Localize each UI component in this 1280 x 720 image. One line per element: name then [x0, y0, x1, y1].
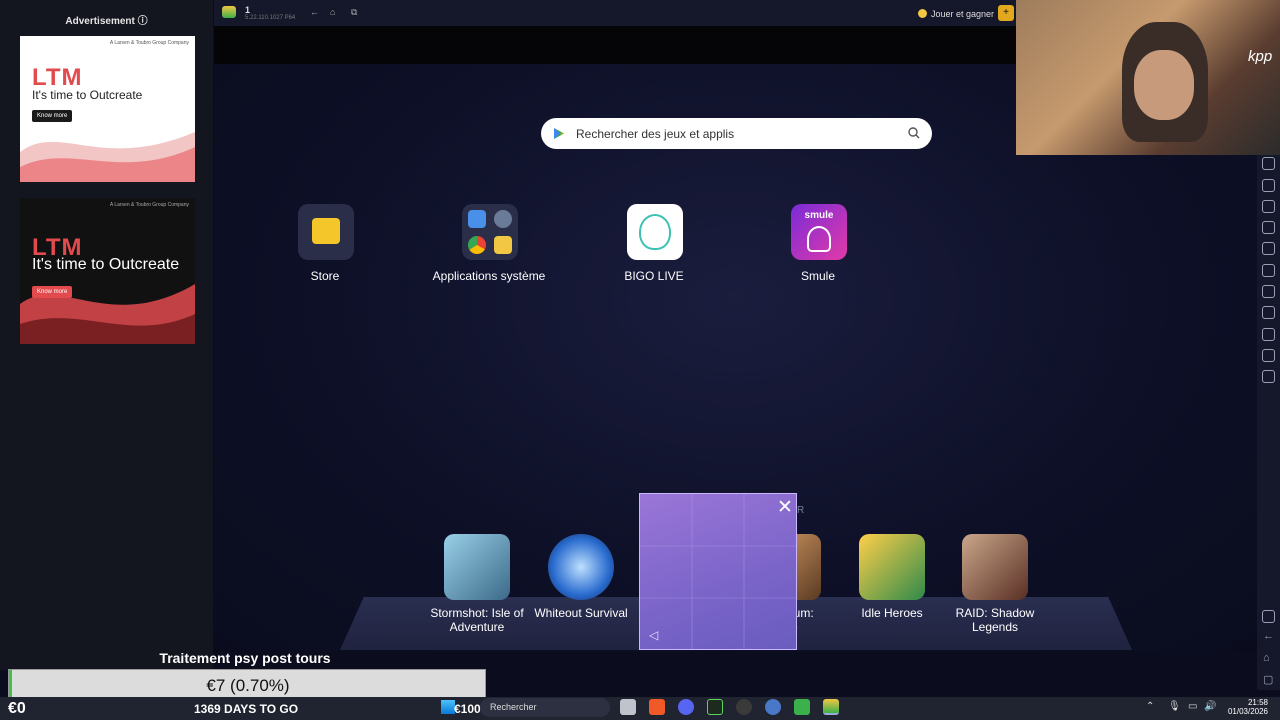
goal-title: Traitement psy post tours: [159, 650, 331, 666]
ad-corner-text: A Larsen & Toubro Group Company: [109, 202, 189, 208]
toolbar-icon-10[interactable]: [1262, 349, 1275, 362]
windows-taskbar: [0, 697, 1280, 720]
taskbar-search-text: Rechercher: [490, 702, 537, 712]
game-label-partial: lum:e: [791, 606, 814, 634]
toolbar-icon-11[interactable]: [1262, 370, 1275, 383]
obs-icon[interactable]: [736, 699, 752, 715]
settings-gear-icon[interactable]: [1262, 610, 1275, 623]
speaker-icon[interactable]: ◁: [649, 628, 658, 642]
toolbar-icon-5[interactable]: [1262, 242, 1275, 255]
bigo-live-icon: [639, 214, 671, 250]
popup-grid-pattern: [640, 494, 796, 649]
ad-panel: Advertisement ⓘ A Larsen & Toubro Group …: [0, 0, 213, 670]
webcam-feed: kpp: [1016, 0, 1280, 155]
ad-wave-graphic: [20, 132, 195, 182]
toolbar-icon-1[interactable]: [1262, 157, 1275, 170]
app-smule[interactable]: smule: [791, 204, 847, 260]
settings-app-icon[interactable]: [765, 699, 781, 715]
emulator-status-bar: [214, 26, 1016, 64]
files-icon: [494, 236, 512, 254]
smule-icon: [807, 226, 831, 252]
days-to-go: 1369 DAYS TO GO: [194, 702, 299, 716]
app-store[interactable]: [298, 204, 354, 260]
back-arrow-icon[interactable]: ←: [310, 7, 319, 17]
goal-value: €7 (0.70%): [206, 676, 290, 695]
ad-card-2[interactable]: A Larsen & Toubro Group Company LTM It's…: [20, 198, 195, 344]
toolbar-icon-6[interactable]: [1262, 264, 1275, 277]
toolbar-icon-3[interactable]: [1262, 200, 1275, 213]
game-icon-whiteout[interactable]: [548, 534, 614, 600]
plus-icon[interactable]: +: [998, 5, 1014, 21]
recents-icon[interactable]: ▢: [1263, 673, 1273, 686]
play-earn-button[interactable]: Jouer et gagner: [931, 9, 994, 19]
webcam-sign: kpp: [1248, 48, 1273, 65]
coin-icon: [918, 9, 927, 18]
display-icon[interactable]: ▭: [1188, 701, 1197, 712]
ad-card-1[interactable]: A Larsen & Toubro Group Company LTM It's…: [20, 36, 195, 182]
store-bag-icon: [312, 218, 340, 244]
search-icon[interactable]: [908, 127, 920, 139]
game-label-stormshot: Stormshot: Isle of Adventure: [430, 606, 524, 634]
game-label-raid: RAID: Shadow Legends: [955, 606, 1035, 634]
notes-app-icon[interactable]: [794, 699, 810, 715]
emulator-titlebar: 1 5.22.110.1027 P64 ← ⌂ ⧉ Jouer et gagne…: [214, 0, 1016, 26]
app-label-system: Applications système: [432, 269, 546, 283]
clock-time: 21:58: [1247, 698, 1268, 707]
info-icon[interactable]: ⓘ: [138, 16, 148, 27]
app-bigo-live[interactable]: [627, 204, 683, 260]
taskbar-search[interactable]: Rechercher: [480, 698, 610, 717]
play-store-icon: [554, 128, 564, 139]
ad-wave-graphic: [20, 284, 195, 344]
app-label-smule: Smule: [800, 269, 835, 283]
close-icon[interactable]: ✕: [777, 498, 793, 517]
task-view-icon[interactable]: [620, 699, 636, 715]
search-bar[interactable]: Rechercher des jeux et applis: [541, 118, 932, 149]
popup-peek-text: R: [797, 505, 805, 516]
chrome-icon: [468, 236, 486, 254]
goal-start-amount: €0: [8, 700, 26, 717]
volume-icon[interactable]: 🔊: [1204, 701, 1216, 712]
app-label-bigo: BIGO LIVE: [624, 269, 684, 283]
ad-tagline: It's time to Outcreate: [32, 88, 143, 102]
clock[interactable]: 21:58 01/03/2026: [1226, 698, 1268, 716]
instance-number: 1: [245, 5, 251, 15]
multi-window-icon[interactable]: ⧉: [351, 7, 357, 18]
floating-popup[interactable]: ✕ ◁: [639, 493, 797, 650]
smule-badge: smule: [804, 210, 834, 221]
clock-date: 01/03/2026: [1227, 707, 1268, 716]
app-system-apps[interactable]: [462, 204, 518, 260]
toolbar-icon-2[interactable]: [1262, 179, 1275, 192]
game-icon-stormshot[interactable]: [444, 534, 510, 600]
toolbar-icon-8[interactable]: [1262, 306, 1275, 319]
microphone-icon[interactable]: 🎙: [1168, 701, 1181, 712]
chevron-up-icon[interactable]: ⌃: [1146, 701, 1154, 712]
discord-icon[interactable]: [678, 699, 694, 715]
windows-start-icon[interactable]: [441, 700, 455, 714]
app-label-store: Store: [310, 269, 340, 283]
home-icon[interactable]: ⌂: [1263, 652, 1270, 664]
game-label-whiteout: Whiteout Survival: [534, 606, 628, 620]
camera-icon: [468, 210, 486, 228]
version-label: 5.22.110.1027 P64: [245, 15, 296, 21]
goal-progress-bar: €7 (0.70%): [8, 669, 486, 699]
game-icon-idle-heroes[interactable]: [859, 534, 925, 600]
toolbar-icon-9[interactable]: [1262, 328, 1275, 341]
ad-title: Advertisement ⓘ: [65, 16, 148, 27]
settings-gear-icon: [494, 210, 512, 228]
toolbar-icon-4[interactable]: [1262, 221, 1275, 234]
back-arrow-icon[interactable]: ←: [1263, 630, 1274, 642]
ad-tagline: It's time to Outcreate: [32, 256, 180, 273]
home-icon[interactable]: ⌂: [330, 7, 335, 17]
bluestacks-logo-icon: [222, 6, 236, 18]
streamer-face: [1134, 50, 1194, 120]
toolbar-icon-7[interactable]: [1262, 285, 1275, 298]
streamlabs-icon[interactable]: [707, 699, 723, 715]
brave-icon[interactable]: [649, 699, 665, 715]
bluestacks-taskbar-icon[interactable]: [823, 699, 839, 715]
search-input[interactable]: Rechercher des jeux et applis: [576, 127, 734, 141]
game-icon-raid[interactable]: [962, 534, 1028, 600]
ad-corner-text: A Larsen & Toubro Group Company: [109, 40, 189, 46]
game-label-idle-heroes: Idle Heroes: [861, 606, 923, 620]
